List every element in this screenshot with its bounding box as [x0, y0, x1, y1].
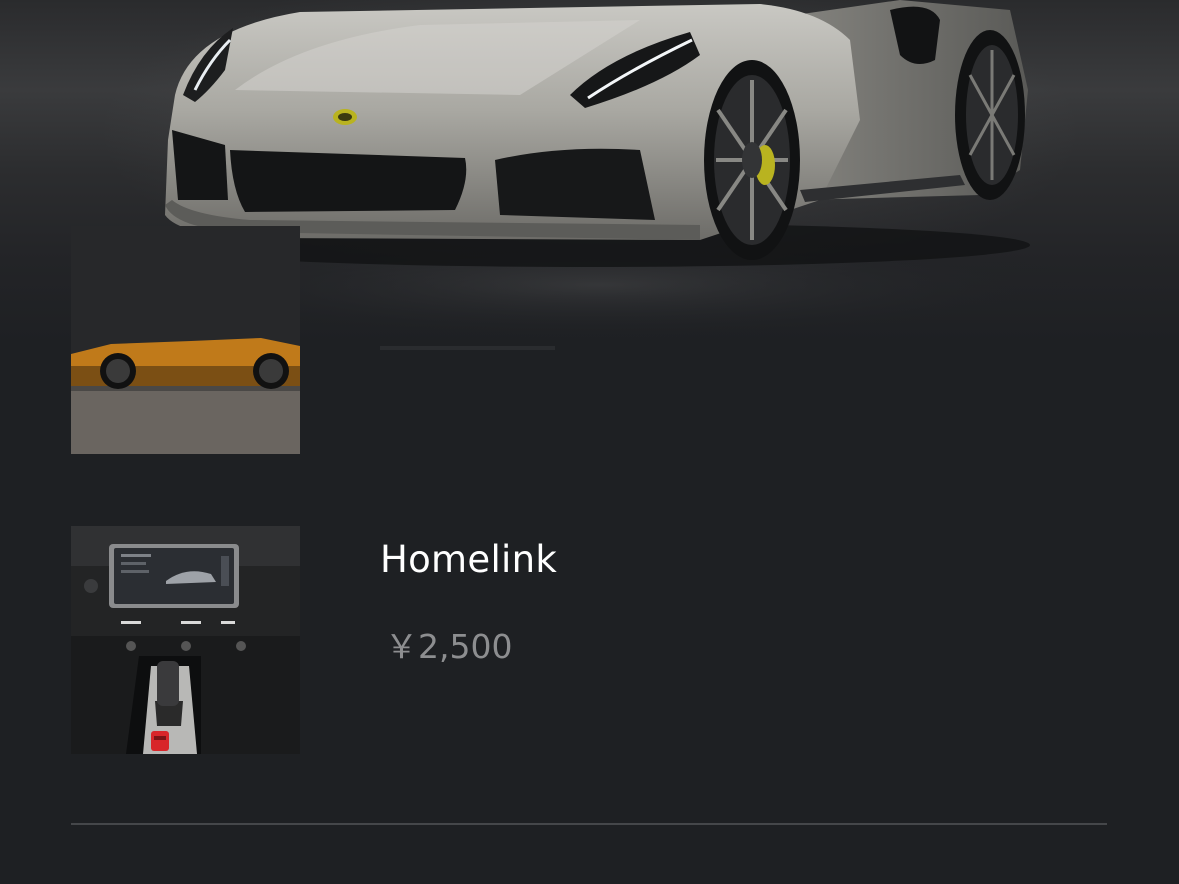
car-side-orange-image	[71, 226, 300, 454]
section-divider	[71, 823, 1107, 825]
option-item[interactable]	[71, 226, 1107, 454]
option-thumbnail	[71, 226, 300, 454]
option-title: Homelink	[380, 538, 558, 581]
option-thumbnail	[71, 526, 300, 754]
option-item-homelink[interactable]: Homelink ￥2,500	[71, 526, 1107, 754]
car-interior-console-image	[71, 526, 300, 754]
option-price: ￥2,500	[385, 627, 513, 666]
